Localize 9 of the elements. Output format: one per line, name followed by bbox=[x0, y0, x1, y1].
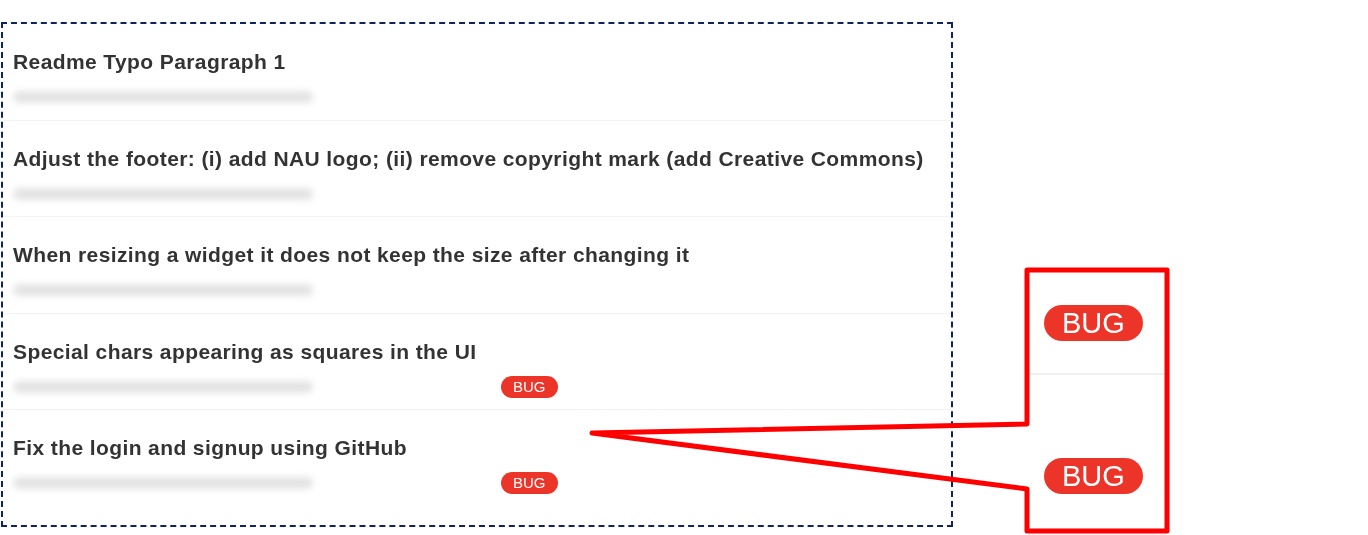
bug-label: BUG bbox=[501, 472, 558, 495]
issue-title[interactable]: Adjust the footer: (i) add NAU logo; (ii) remove copyright mark (add Creative Commons) bbox=[13, 147, 951, 170]
bug-label: BUG bbox=[501, 375, 558, 398]
issue-title[interactable]: Fix the login and signup using GitHub bbox=[13, 437, 951, 460]
issue-title[interactable]: Special chars appearing as squares in the UI bbox=[13, 340, 951, 363]
issue-title[interactable]: Readme Typo Paragraph 1 bbox=[13, 51, 951, 73]
bug-label: BUG bbox=[1044, 457, 1143, 494]
issue-title[interactable]: When resizing a widget it does not keep the size after changing it bbox=[13, 244, 951, 267]
bug-label: BUG bbox=[1044, 305, 1143, 341]
